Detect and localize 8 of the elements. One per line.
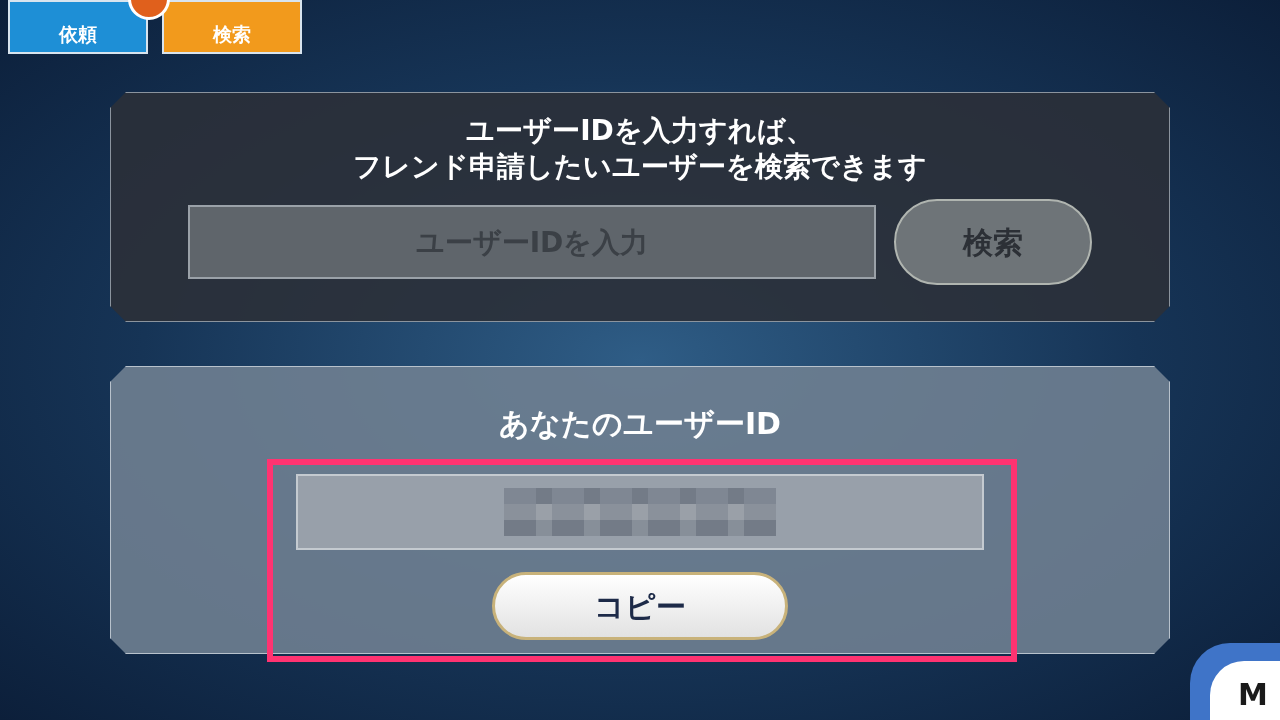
- panel-title: あなたのユーザーID: [498, 405, 782, 443]
- copy-button[interactable]: コピー: [492, 572, 788, 640]
- tab[interactable]: 依頼: [8, 0, 148, 54]
- tab[interactable]: 検索: [162, 0, 302, 54]
- instruction-text: ユーザーIDを入力すれば、: [466, 113, 814, 149]
- menu-button[interactable]: M: [1210, 661, 1280, 720]
- instruction-text: フレンド申請したいユーザーを検索できます: [353, 149, 927, 185]
- search-button[interactable]: 検索: [894, 199, 1092, 285]
